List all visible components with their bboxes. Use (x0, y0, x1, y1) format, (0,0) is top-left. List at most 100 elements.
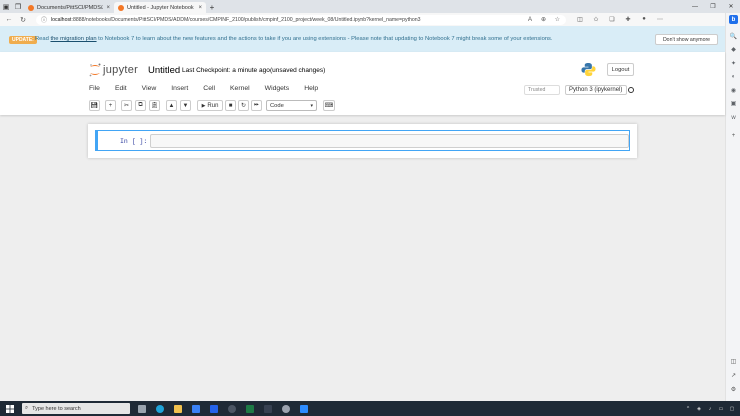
menu-kernel[interactable]: Kernel (230, 85, 250, 95)
insert-cell-icon[interactable]: + (105, 100, 116, 111)
refresh-icon[interactable]: ↻ (18, 15, 28, 25)
browser-tab-untitled[interactable]: Untitled - Jupyter Notebook × (114, 2, 206, 13)
add-sidebar-app-icon[interactable]: + (729, 131, 738, 140)
migration-plan-link[interactable]: the migration plan (50, 36, 96, 42)
url-input[interactable]: ⓘ localhost :8888/notebooks/Documents/Pi… (36, 14, 566, 25)
address-bar-row: ← ↻ ⓘ localhost :8888/notebooks/Document… (0, 13, 740, 26)
word-icon[interactable]: w (729, 113, 738, 122)
code-editor[interactable] (150, 134, 629, 148)
minimize-icon[interactable]: — (686, 0, 704, 13)
tab-title: Documents/PittSCI/PMDS/ADDM/ (37, 4, 103, 11)
menu-view[interactable]: View (142, 85, 157, 95)
tools-icon[interactable]: ✦ (729, 59, 738, 68)
logout-button[interactable]: Logout (607, 63, 634, 76)
settings-icon[interactable] (279, 401, 292, 416)
menu-insert[interactable]: Insert (171, 85, 188, 95)
close-tab-icon[interactable]: × (198, 5, 202, 11)
file-explorer-icon[interactable] (171, 401, 184, 416)
windows-start-icon[interactable] (4, 401, 16, 416)
battery-icon[interactable]: ▭ (717, 406, 725, 412)
banner-text-before: Read (35, 36, 51, 42)
search-icon[interactable]: 🔍 (729, 32, 738, 41)
info-icon: ⓘ (41, 18, 48, 24)
extensions-icon[interactable]: ✚ (622, 16, 634, 23)
workspaces-icon[interactable]: ▣ (0, 0, 12, 13)
menu-file[interactable]: File (89, 85, 100, 95)
favorites-icon[interactable]: ✩ (590, 16, 602, 23)
read-aloud-icon[interactable]: A (528, 17, 532, 23)
search-placeholder: Type here to search (32, 405, 81, 412)
move-down-icon[interactable]: ▼ (180, 100, 191, 111)
command-palette-icon[interactable]: ⌨ (323, 100, 335, 111)
python-logo-icon (581, 62, 596, 77)
jupyter-favicon-icon (28, 4, 34, 11)
windows-taskbar: ⌕ Type here to search ^ ◈ ♪ ▭ ▢ (0, 401, 740, 416)
shopping-icon[interactable]: ◆ (729, 45, 738, 54)
store-icon[interactable] (189, 401, 202, 416)
code-cell[interactable]: In [ ]: (95, 130, 630, 151)
back-icon[interactable]: ← (4, 15, 14, 25)
cell-prompt: In [ ]: (120, 138, 148, 145)
task-view-icon[interactable] (135, 401, 148, 416)
taskbar-search-input[interactable]: ⌕ Type here to search (22, 403, 130, 414)
collections-icon[interactable]: ❏ (606, 16, 618, 23)
tray-overflow-icon[interactable]: ^ (684, 406, 692, 412)
browser-tab-strip: ▣ ❐ Documents/PittSCI/PMDS/ADDM/ × Untit… (0, 0, 740, 13)
new-tab-button[interactable]: + (206, 2, 218, 13)
outlook-icon[interactable]: ▣ (729, 99, 738, 108)
dell-icon[interactable] (225, 401, 238, 416)
games-icon[interactable]: ◐ (729, 72, 738, 81)
mail-icon[interactable] (207, 401, 220, 416)
save-icon[interactable]: 💾︎ (89, 100, 100, 111)
interrupt-icon[interactable]: ■ (225, 100, 236, 111)
browser-tab-documents[interactable]: Documents/PittSCI/PMDS/ADDM/ × (24, 2, 114, 13)
close-tab-icon[interactable]: × (106, 5, 110, 11)
cell-type-select[interactable]: Code ▾ (266, 100, 317, 111)
update-label: UPDATE: (9, 36, 37, 44)
zoom-icon[interactable]: ⊕ (541, 16, 546, 23)
sidebar-layout-icon[interactable]: ◫ (729, 357, 738, 366)
menu-edit[interactable]: Edit (115, 85, 127, 95)
volume-icon[interactable]: ♪ (706, 406, 714, 412)
bing-chat-icon[interactable]: b (729, 15, 738, 24)
tab-title: Untitled - Jupyter Notebook (127, 4, 194, 11)
excel-icon[interactable] (243, 401, 256, 416)
tab-actions-icon[interactable]: ❐ (12, 0, 24, 13)
menu-widgets[interactable]: Widgets (265, 85, 290, 95)
notification-icon[interactable]: ▢ (728, 406, 736, 412)
maximize-icon[interactable]: ❐ (704, 0, 722, 13)
notebook-title[interactable]: Untitled (148, 65, 180, 76)
split-screen-icon[interactable]: ◫ (574, 16, 586, 23)
window-controls: — ❐ ✕ (686, 0, 740, 13)
network-icon[interactable]: ◈ (695, 406, 703, 412)
close-window-icon[interactable]: ✕ (722, 0, 740, 13)
run-label: Run (207, 102, 219, 109)
settings-gear-icon[interactable]: ⚙ (729, 385, 738, 394)
restart-icon[interactable]: ↻ (238, 100, 249, 111)
jupyter-logo[interactable]: jupyter (89, 63, 138, 77)
dont-show-anymore-button[interactable]: Don't show anymore (655, 34, 718, 45)
menu-cell[interactable]: Cell (203, 85, 215, 95)
profile-avatar[interactable]: ● (638, 16, 650, 23)
restart-run-all-icon[interactable]: ⏩︎ (251, 100, 262, 111)
edge-sidebar: b 🔍 ◆ ✦ ◐ ◉ ▣ w + ◫ ↗ ⚙ (725, 13, 740, 401)
url-host: localhost (51, 16, 72, 23)
run-button[interactable]: ▶ Run (197, 100, 223, 111)
cut-icon[interactable]: ✂ (121, 100, 132, 111)
menu-help[interactable]: Help (304, 85, 318, 95)
paste-icon[interactable]: 📋︎ (149, 100, 160, 111)
terminal-icon[interactable] (261, 401, 274, 416)
office-icon[interactable]: ◉ (729, 86, 738, 95)
move-up-icon[interactable]: ▲ (166, 100, 177, 111)
more-menu-icon[interactable]: ⋯ (654, 16, 666, 23)
kernel-name[interactable]: Python 3 (ipykernel) (565, 85, 627, 95)
jupyter-logo-icon (89, 63, 101, 77)
favorite-star-icon[interactable]: ☆ (555, 16, 560, 23)
copy-icon[interactable]: ⧉ (135, 100, 146, 111)
unsaved-status: (unsaved changes) (270, 67, 326, 74)
trusted-indicator[interactable]: Trusted (524, 85, 560, 95)
zoom-app-icon[interactable] (297, 401, 310, 416)
edge-taskbar-icon[interactable] (153, 401, 166, 416)
external-link-icon[interactable]: ↗ (729, 371, 738, 380)
cell-type-value: Code (270, 102, 284, 109)
